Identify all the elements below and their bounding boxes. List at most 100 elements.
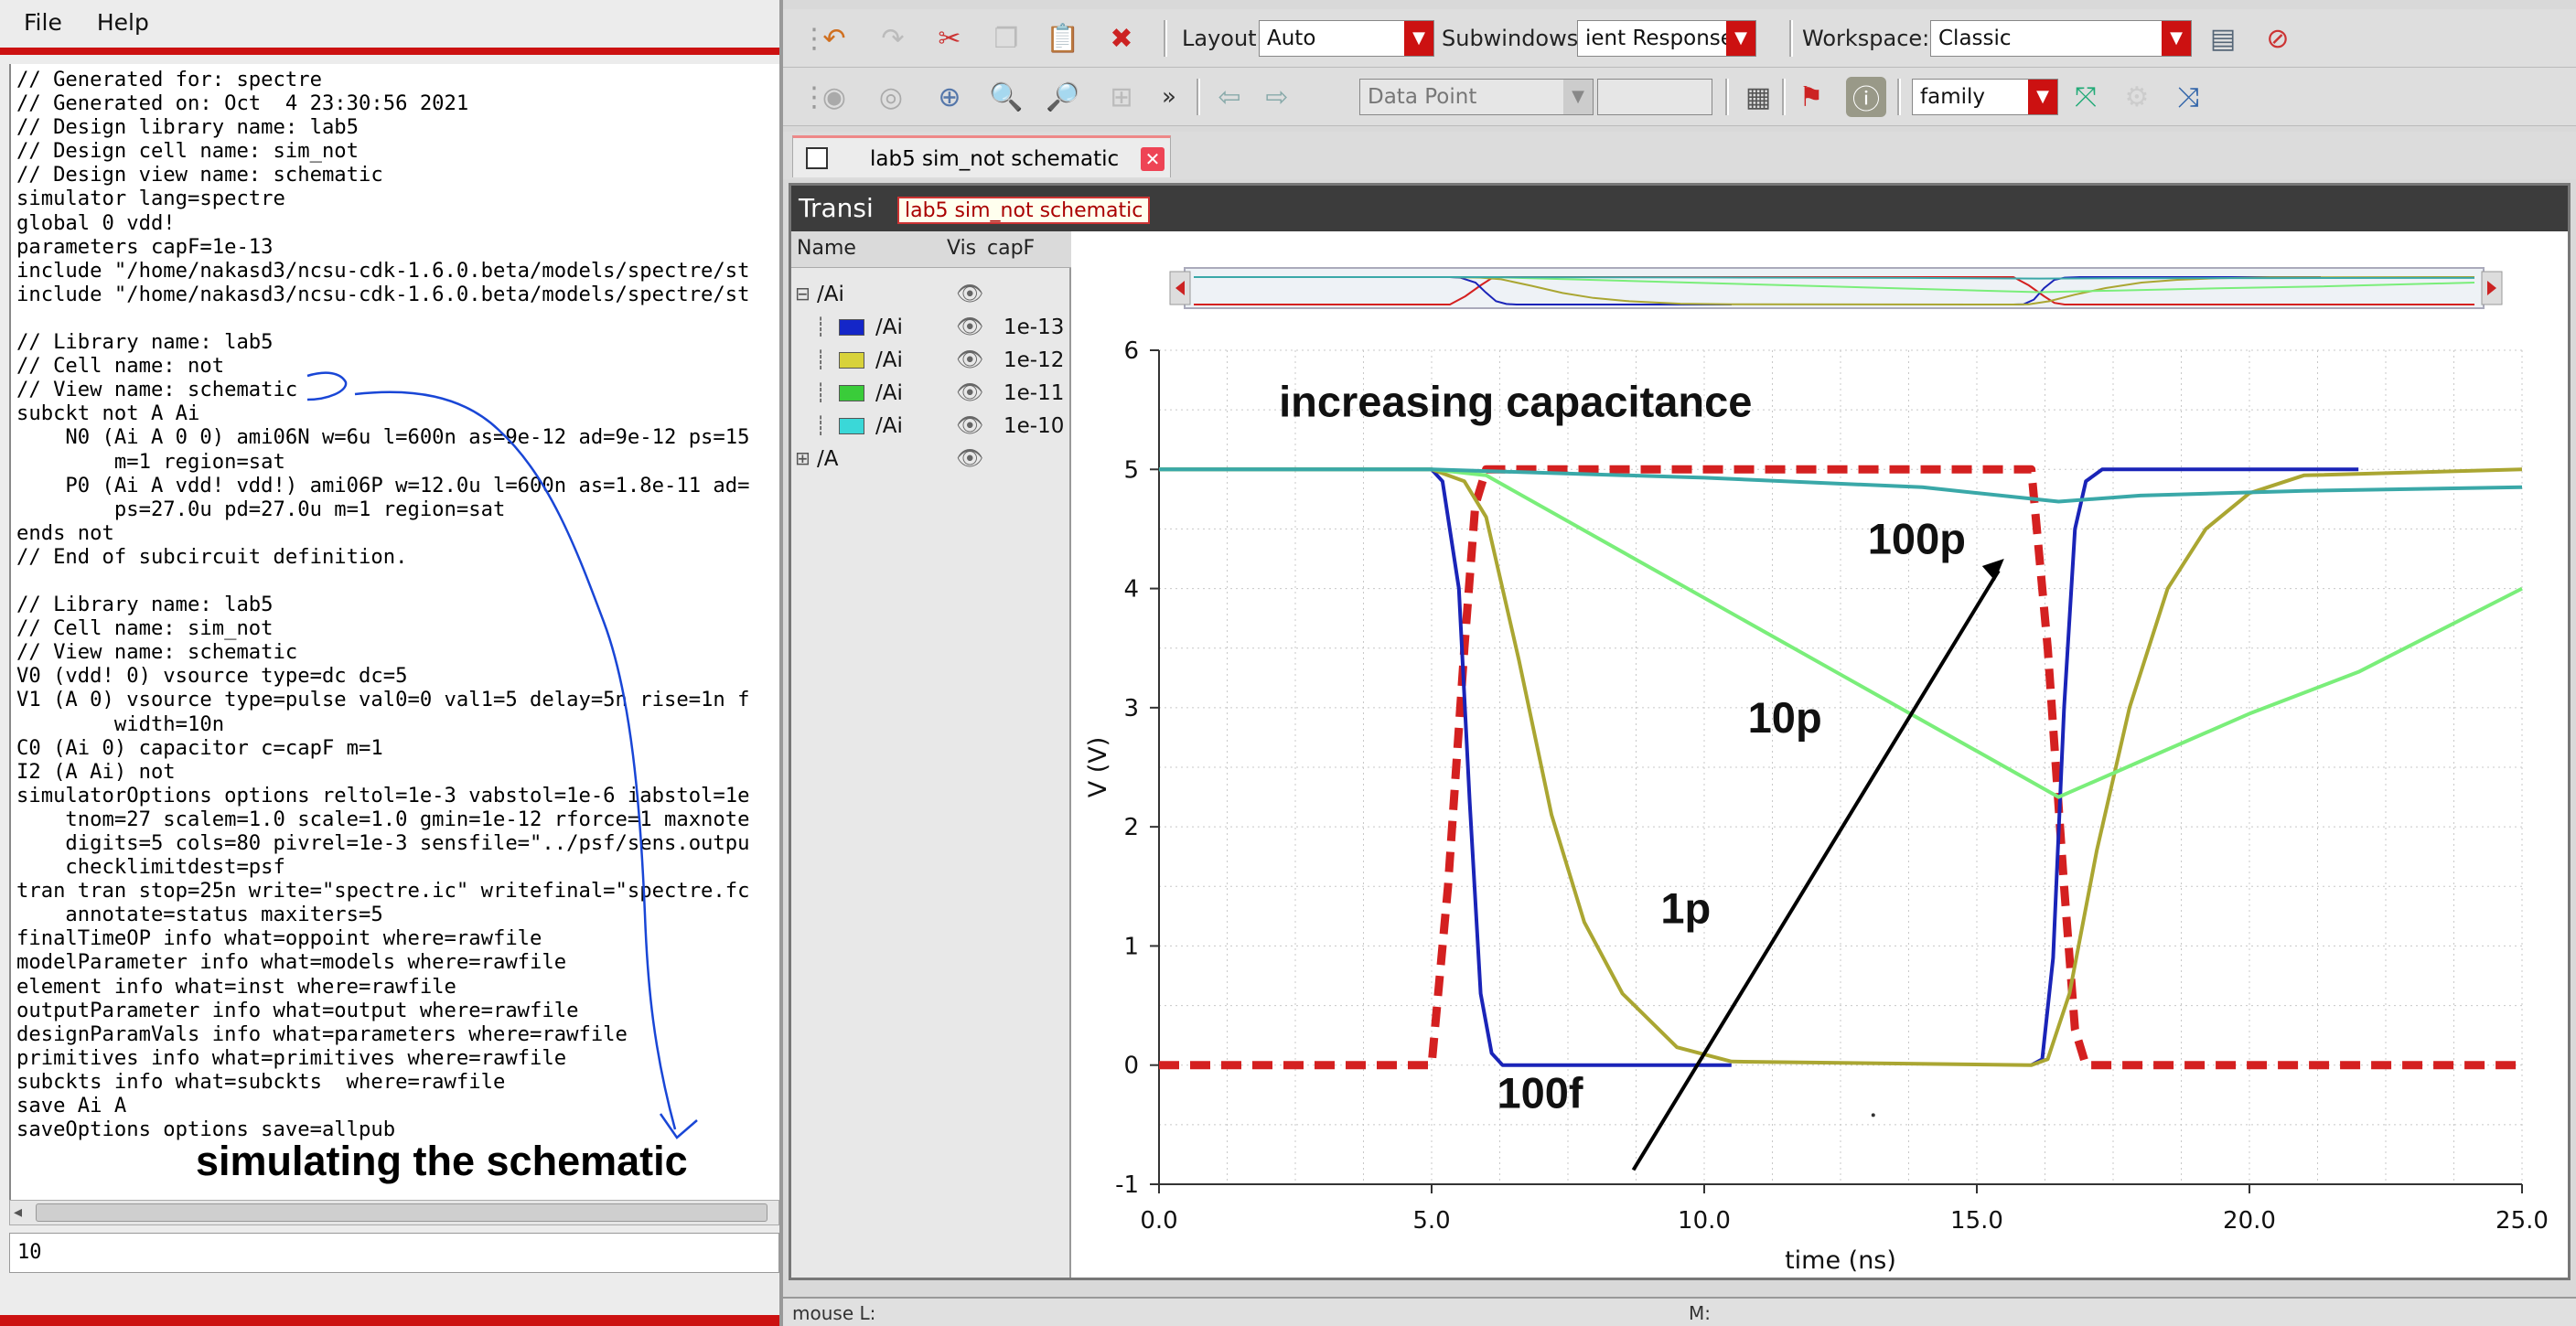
layout-select[interactable]: Auto ▼ (1259, 20, 1434, 57)
close-tab-icon[interactable]: ✕ (1141, 147, 1165, 171)
bottom-border (0, 1315, 779, 1326)
visibility-eye-icon[interactable]: 👁 (956, 281, 983, 306)
col-name[interactable]: Name (797, 237, 856, 260)
command-input[interactable]: 10 (9, 1233, 779, 1273)
y-tick-label: 3 (1123, 695, 1139, 722)
x-tick-label: 15.0 (1950, 1207, 2003, 1235)
annotation-arrow-head (1981, 559, 2004, 581)
col-capf[interactable]: capF (987, 237, 1035, 260)
visibility-eye-icon[interactable]: 👁 (956, 347, 983, 372)
cut-icon[interactable]: ✂ (929, 18, 970, 59)
tree-line-icon: ┊ (815, 414, 827, 436)
toolbar-separator (1725, 79, 1729, 115)
save-workspace-icon[interactable]: ▤ (2203, 18, 2243, 59)
copy-icon[interactable]: ❐ (986, 18, 1026, 59)
menu-bar: File Help (0, 0, 779, 44)
legend-capf-value: 1e-12 (1004, 348, 1065, 372)
horizontal-scrollbar[interactable]: ◂ (9, 1200, 779, 1225)
family-view-icon[interactable]: ⤨ (2168, 77, 2208, 117)
tree-toggle-icon[interactable]: ⊞ (795, 447, 810, 469)
scroll-thumb[interactable] (36, 1203, 767, 1222)
zoom-in-icon[interactable]: 🔍 (986, 77, 1026, 117)
caption-simulating: simulating the schematic (196, 1138, 688, 1184)
marker-select[interactable]: Data Point ▼ (1359, 79, 1594, 115)
menu-file[interactable]: File (24, 9, 62, 36)
legend-item[interactable]: ⊟ /Ai 👁 (791, 279, 1071, 312)
stop-icon[interactable]: ◉ (814, 77, 854, 117)
family-plot-icon[interactable]: ⤧ (2066, 77, 2106, 117)
workspace-select[interactable]: Classic ▼ (1930, 20, 2192, 57)
zoom-out-icon[interactable]: 🔎 (1043, 77, 1083, 117)
dropdown-arrow-icon[interactable]: ▼ (2162, 21, 2191, 56)
status-mouse-m: M: (1689, 1302, 1711, 1324)
delete-icon[interactable]: ✖ (1101, 18, 1142, 59)
family-value: family (1920, 85, 1985, 109)
undo-icon[interactable]: ↶ (814, 18, 854, 59)
flag-icon[interactable]: ⚑ (1791, 77, 1831, 117)
waveform-viewer-window: ⋮ ↶ ↷ ✂ ❐ 📋 ✖ Layout: Auto ▼ Subwindows: … (779, 0, 2576, 1326)
visibility-eye-icon[interactable]: 👁 (956, 445, 983, 471)
tree-line-icon: ┊ (815, 315, 827, 337)
subwindows-select[interactable]: ient Response ▼ (1577, 20, 1756, 57)
legend-item[interactable]: ┊ /Ai 👁 1e-12 (791, 345, 1071, 378)
toolbar-separator (1164, 20, 1167, 57)
legend-signal-name: /Ai (875, 414, 903, 438)
netlist-text-area[interactable]: // Generated for: spectre // Generated o… (9, 64, 779, 1207)
scroll-left-icon[interactable]: ◂ (14, 1203, 22, 1222)
legend-signal-name: /Ai (817, 283, 844, 306)
info-icon[interactable]: ⓘ (1846, 77, 1886, 117)
y-tick-label: 0 (1123, 1053, 1139, 1080)
chart-annotation: 1p (1660, 883, 1711, 932)
plot-frame: Transi lab5 sim_not schematic Name Vis c… (789, 183, 2571, 1280)
document-icon (806, 147, 828, 169)
visibility-eye-icon[interactable]: 👁 (956, 412, 983, 438)
family-edit-icon[interactable]: ⚙ (2117, 77, 2157, 117)
waveform-chart[interactable]: -1 0 1 2 3 4 5 6 0.0 5.0 10.0 15.0 20.0 25.0 time (ns)… (1075, 231, 2568, 1278)
chart-annotation: 100f (1497, 1068, 1583, 1117)
y-tick-label: 4 (1123, 576, 1139, 604)
menu-help[interactable]: Help (97, 9, 149, 36)
dropdown-arrow-icon[interactable]: ▼ (1404, 21, 1433, 56)
y-axis-label: V (V) (1084, 737, 1112, 798)
family-select[interactable]: family ▼ (1912, 79, 2058, 115)
dropdown-arrow-icon[interactable]: ▼ (1726, 21, 1755, 56)
next-icon[interactable]: ⇨ (1257, 77, 1297, 117)
subwindows-label: Subwindows: (1442, 26, 1586, 51)
x-tick-label: 25.0 (2496, 1207, 2549, 1235)
tree-line-icon: ┊ (815, 381, 827, 403)
prev-icon[interactable]: ⇦ (1209, 77, 1250, 117)
overview-strip[interactable] (1184, 267, 2485, 309)
visibility-eye-icon[interactable]: 👁 (956, 380, 983, 405)
visibility-eye-icon[interactable]: 👁 (956, 314, 983, 339)
chart-annotation: increasing capacitance (1279, 378, 1752, 426)
redo-icon[interactable]: ↷ (873, 18, 913, 59)
zoom-icon[interactable]: ⊕ (929, 77, 970, 117)
y-tick-label: 5 (1123, 456, 1139, 484)
legend-capf-value: 1e-10 (1004, 414, 1065, 438)
col-vis[interactable]: Vis (947, 237, 976, 260)
legend-item[interactable]: ┊ /Ai 👁 1e-11 (791, 378, 1071, 411)
plot-area[interactable]: -1 0 1 2 3 4 5 6 0.0 5.0 10.0 15.0 20.0 25.0 time (ns)… (1075, 231, 2568, 1278)
y-tick-label: 6 (1123, 337, 1139, 365)
x-tick-label: 20.0 (2223, 1207, 2276, 1235)
legend-item[interactable]: ⊞ /A 👁 (791, 444, 1071, 476)
tab-bar: lab5 sim_not schematic ✕ (783, 132, 2576, 179)
legend-item[interactable]: ┊ /Ai 👁 1e-13 (791, 312, 1071, 345)
series-line-Ai-2[interactable] (2030, 467, 2359, 1067)
legend-capf-value: 1e-13 (1004, 315, 1065, 339)
series-line-Ai-4[interactable] (1159, 467, 2523, 799)
tree-toggle-icon[interactable]: ⊟ (795, 283, 810, 305)
calculator-icon[interactable]: ▦ (1738, 77, 1778, 117)
run-icon[interactable]: ◎ (871, 77, 911, 117)
legend-item[interactable]: ┊ /Ai 👁 1e-10 (791, 411, 1071, 444)
dropdown-arrow-icon[interactable]: ▼ (1563, 80, 1593, 114)
dropdown-arrow-icon[interactable]: ▼ (2028, 80, 2057, 114)
more-icon[interactable]: » (1149, 77, 1189, 117)
tab-lab5-sim-not-schematic[interactable]: lab5 sim_not schematic ✕ (792, 135, 1171, 177)
toolbar-separator (1897, 79, 1901, 115)
marker-value-field[interactable] (1597, 79, 1712, 115)
chart-annotation: 100p (1868, 514, 1966, 562)
paste-icon[interactable]: 📋 (1043, 18, 1083, 59)
delete-workspace-icon[interactable]: ⊘ (2258, 18, 2298, 59)
fit-icon[interactable]: ⊞ (1101, 77, 1142, 117)
